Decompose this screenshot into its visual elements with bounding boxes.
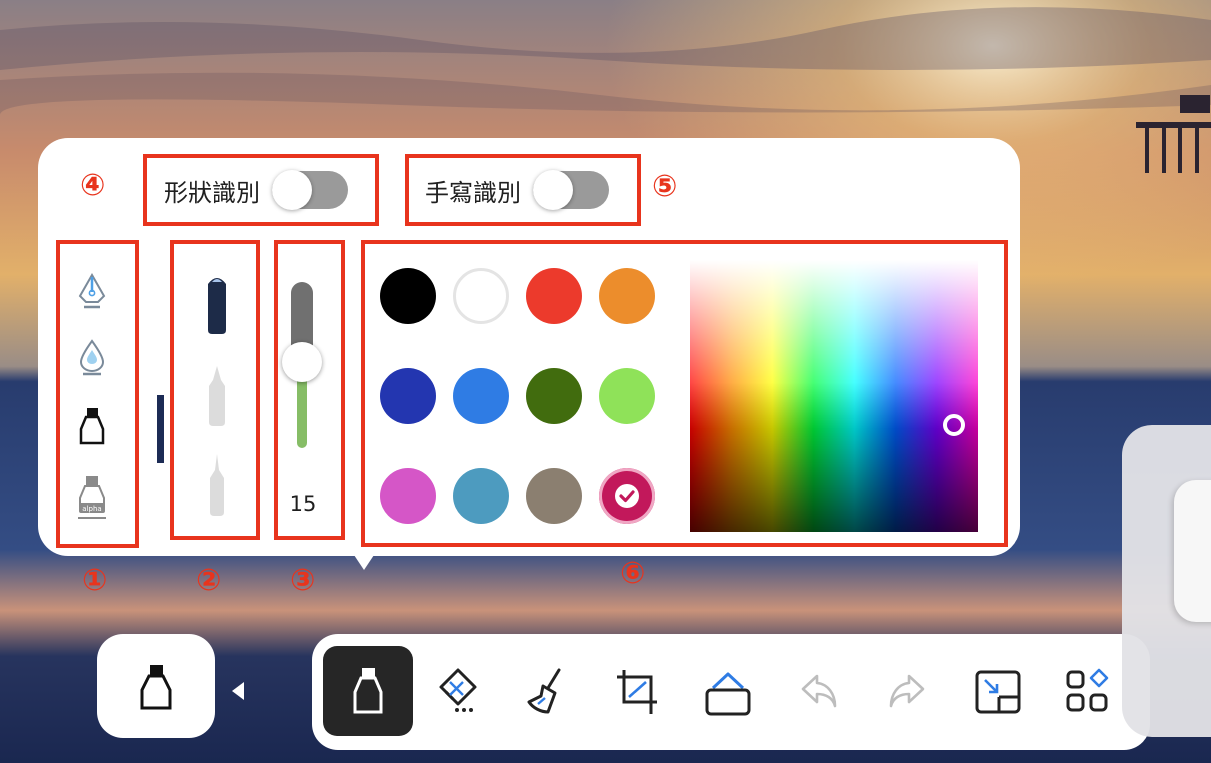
color-swatch-navy[interactable]	[380, 368, 436, 424]
round-tip-icon[interactable]	[205, 364, 229, 428]
highlighter-pen-icon[interactable]: alpha	[76, 474, 108, 524]
fountain-pen-icon[interactable]	[76, 272, 108, 312]
redo-button[interactable]	[863, 646, 953, 736]
spectrum-dark-layer	[690, 260, 978, 532]
shape-tool-button[interactable]	[683, 646, 773, 736]
thickness-value: 15	[289, 492, 317, 516]
crop-tool-button[interactable]	[593, 646, 683, 736]
color-swatch-teal[interactable]	[453, 468, 509, 524]
more-apps-button[interactable]	[1043, 646, 1133, 736]
handwriting-recognition-row: 手寫識別	[425, 170, 609, 210]
flat-tip-icon[interactable]	[205, 272, 229, 336]
undo-button[interactable]	[773, 646, 863, 736]
handwriting-recognition-toggle[interactable]	[533, 170, 609, 210]
shape-recognition-row: 形狀識別	[164, 170, 348, 210]
handwriting-recognition-label: 手寫識別	[425, 178, 521, 207]
thickness-slider-thumb[interactable]	[282, 342, 322, 382]
marker-2: ②	[196, 563, 222, 598]
shape-recognition-toggle[interactable]	[272, 170, 348, 210]
marker-3: ③	[290, 563, 316, 598]
panel-pointer	[352, 552, 376, 570]
color-swatch-white[interactable]	[453, 268, 509, 324]
color-swatch-taupe[interactable]	[526, 468, 582, 524]
color-swatch-light-green[interactable]	[599, 368, 655, 424]
apps-grid-icon	[1066, 668, 1109, 712]
redo-icon	[889, 674, 925, 708]
highlighter-alpha-label: alpha	[82, 505, 101, 513]
color-swatch-custom-selected[interactable]	[599, 468, 655, 524]
marker-6: ⑥	[620, 556, 646, 591]
color-swatch-magenta[interactable]	[380, 468, 436, 524]
marker-1: ①	[82, 563, 108, 598]
thickness-track-lower[interactable]	[297, 376, 307, 448]
check-icon	[615, 484, 639, 508]
minimize-icon	[975, 670, 1021, 714]
color-swatch-black[interactable]	[380, 268, 436, 324]
marker-4: ④	[80, 168, 106, 203]
color-swatch-blue[interactable]	[453, 368, 509, 424]
color-swatch-dark-green[interactable]	[526, 368, 582, 424]
side-panel-tab[interactable]	[1174, 480, 1211, 622]
eraser-icon	[439, 668, 477, 712]
collapse-arrow-icon[interactable]	[232, 682, 244, 700]
color-spectrum-picker[interactable]	[690, 260, 978, 532]
spectrum-cursor[interactable]	[943, 414, 965, 436]
marker-pen-icon[interactable]	[76, 405, 108, 445]
toggle-knob	[272, 170, 312, 210]
shape-recognition-label: 形狀識別	[164, 178, 260, 207]
eraser-tool-button[interactable]	[413, 646, 503, 736]
shape-icon	[705, 672, 751, 716]
panel-drag-handle[interactable]	[157, 395, 164, 463]
pen-tool-button[interactable]	[323, 646, 413, 736]
broom-icon	[527, 668, 561, 714]
marker-pen-icon	[353, 668, 383, 714]
color-swatch-orange[interactable]	[599, 268, 655, 324]
crop-icon	[617, 670, 657, 714]
current-pen-button[interactable]	[97, 634, 215, 738]
minimize-button[interactable]	[953, 646, 1043, 736]
marker-5: ⑤	[652, 169, 678, 204]
undo-icon	[801, 674, 837, 708]
ink-pen-icon[interactable]	[76, 338, 108, 378]
color-swatch-red[interactable]	[526, 268, 582, 324]
clear-brush-tool-button[interactable]	[503, 646, 593, 736]
marker-pen-icon	[140, 665, 172, 710]
toggle-knob	[533, 170, 573, 210]
fine-tip-icon[interactable]	[205, 452, 229, 518]
